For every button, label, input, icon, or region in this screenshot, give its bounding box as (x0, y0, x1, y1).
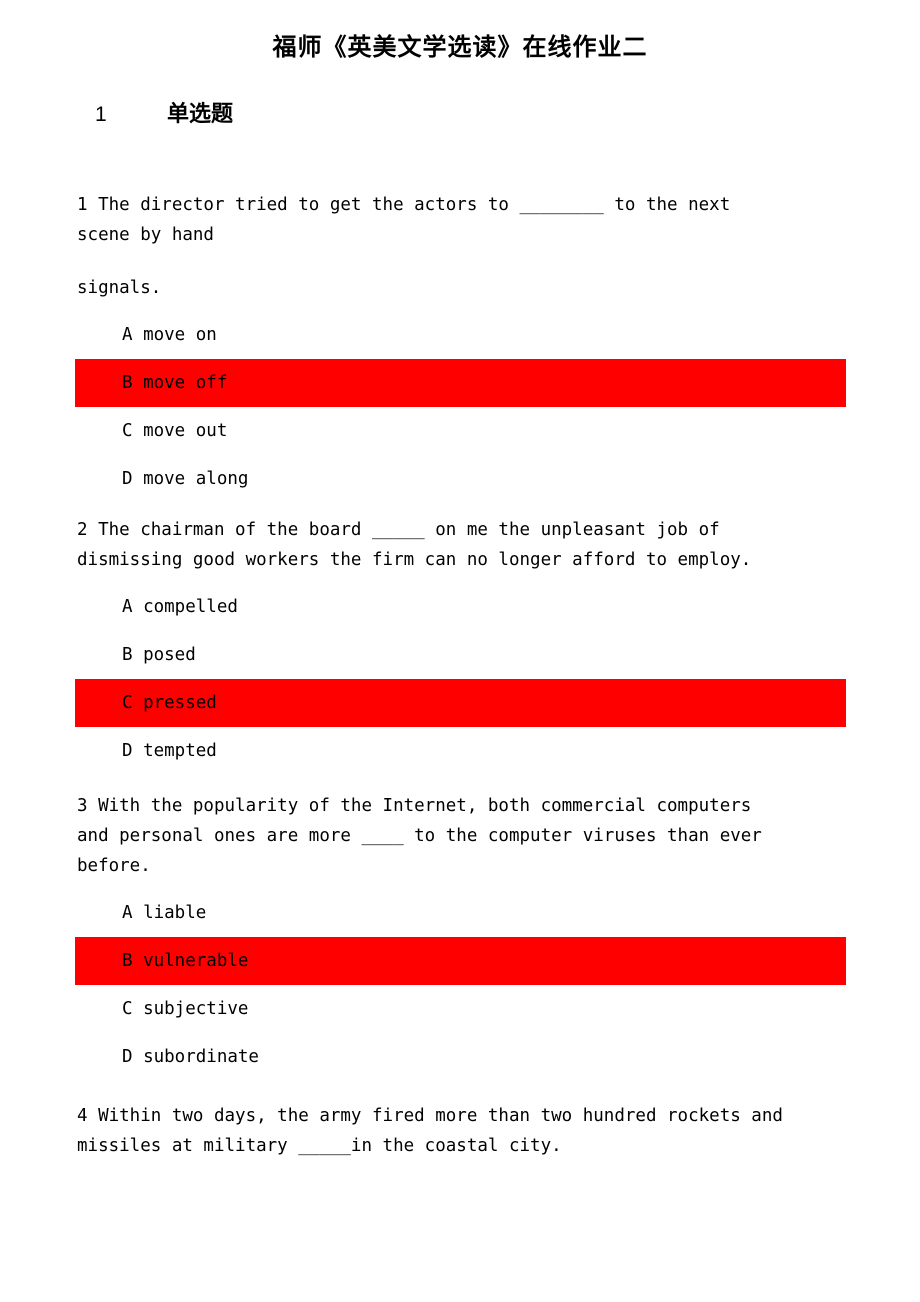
option-list: A liable B vulnerable C subjective D sub… (0, 889, 920, 1081)
question-stem: 1 The director tried to get the actors t… (0, 190, 920, 250)
question-stem: 2 The chairman of the board _____ on me … (0, 515, 920, 575)
question-stem-line: 4 Within two days, the army fired more t… (77, 1106, 783, 1127)
option-b[interactable]: B vulnerable (75, 937, 846, 986)
option-list: A move on B move off C move out D move a… (0, 311, 920, 503)
question-item: 2 The chairman of the board _____ on me … (0, 515, 920, 775)
option-d[interactable]: D move along (0, 455, 920, 503)
question-stem-line: 2 The chairman of the board _____ on me … (77, 520, 720, 541)
section-heading: 1 单选题 (0, 100, 920, 129)
question-stem-line: 3 With the popularity of the Internet, b… (77, 796, 752, 817)
option-c[interactable]: C move out (0, 407, 920, 455)
question-stem: 4 Within two days, the army fired more t… (0, 1101, 920, 1161)
document-page: 福师《英美文学选读》在线作业二 1 单选题 1 The director tri… (0, 0, 920, 1302)
question-stem-line: 1 The director tried to get the actors t… (77, 195, 731, 216)
section-number: 1 (95, 102, 107, 126)
question-stem-line: scene by hand (77, 225, 214, 246)
section-label: 单选题 (167, 100, 234, 127)
option-d[interactable]: D tempted (0, 727, 920, 775)
option-a[interactable]: A compelled (0, 583, 920, 631)
option-c[interactable]: C subjective (0, 985, 920, 1033)
question-stem-line: and personal ones are more ____ to the c… (77, 826, 762, 847)
question-stem-line: missiles at military _____in the coastal… (77, 1136, 562, 1157)
question-stem-line: dismissing good workers the firm can no … (77, 550, 752, 571)
question-item: 1 The director tried to get the actors t… (0, 190, 920, 503)
option-c[interactable]: C pressed (75, 679, 846, 728)
question-list: 1 The director tried to get the actors t… (0, 190, 920, 1161)
option-list: A compelled B posed C pressed D tempted (0, 583, 920, 775)
option-d[interactable]: D subordinate (0, 1033, 920, 1081)
question-stem-continuation: signals. (77, 278, 162, 299)
option-a[interactable]: A move on (0, 311, 920, 359)
question-stem: 3 With the popularity of the Internet, b… (0, 791, 920, 881)
option-b[interactable]: B posed (0, 631, 920, 679)
page-title: 福师《英美文学选读》在线作业二 (272, 32, 648, 61)
question-stem-line: before. (77, 856, 151, 877)
question-item: 3 With the popularity of the Internet, b… (0, 791, 920, 1081)
question-item: 4 Within two days, the army fired more t… (0, 1101, 920, 1161)
option-a[interactable]: A liable (0, 889, 920, 937)
option-b[interactable]: B move off (75, 359, 846, 408)
